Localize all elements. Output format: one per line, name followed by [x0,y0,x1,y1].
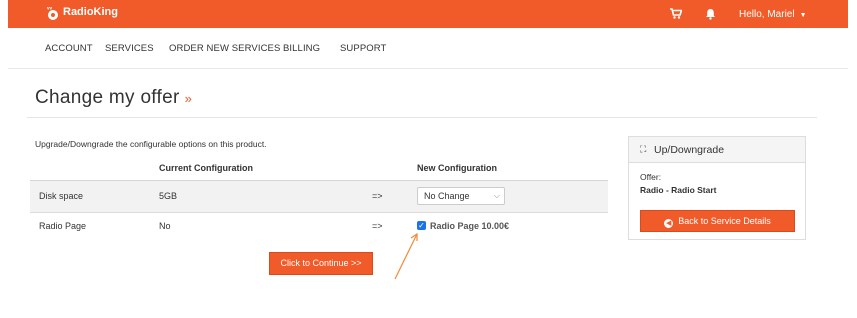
caret-down-icon: ▼ [799,12,807,19]
radio-page-checkbox-label[interactable]: Radio Page 10.00€ [430,221,509,231]
disk-space-select[interactable]: No Change ⌵ [417,187,505,205]
table-row-divider [30,212,608,213]
current-value-disk-space: 5GB [159,191,178,201]
bell-icon[interactable] [705,8,716,20]
user-greeting: Hello, Mariel [739,9,795,20]
page-title-text: Change my offer [35,87,180,108]
option-name-disk-space: Disk space [39,191,84,201]
user-menu[interactable]: Hello, Mariel ▼ [739,9,807,20]
table-row-disk-space [30,181,608,212]
back-button-label: Back to Service Details [678,216,771,226]
arrow-circle-left-icon: ◀ [664,219,674,228]
title-divider [27,117,817,118]
offer-label: Offer: [640,172,662,182]
continue-button[interactable]: Click to Continue >> [269,252,373,275]
brand-name: RadioKing [63,6,118,18]
offer-value: Radio - Radio Start [640,185,717,195]
header-current-configuration: Current Configuration [159,163,253,173]
nav-services[interactable]: SERVICES [105,43,154,54]
back-to-service-details-button[interactable]: ◀ Back to Service Details [640,210,795,232]
intro-text: Upgrade/Downgrade the configurable optio… [35,139,267,149]
upgrade-panel: ⛶ Up/Downgrade Offer: Radio - Radio Star… [628,136,806,240]
header-new-configuration: New Configuration [417,163,497,173]
shopping-cart-icon[interactable] [670,8,682,19]
nav-account[interactable]: ACCOUNT [45,43,93,54]
title-raquo: » [184,91,193,106]
nav-order-new-services[interactable]: ORDER NEW SERVICES [169,43,280,54]
expand-icon: ⛶ [640,144,647,154]
brand-logo[interactable]: ᵥᵥ RadioKing [46,4,118,20]
arrow-radio-page: => [372,221,383,231]
page-title: Change my offer » [35,87,192,109]
panel-title: Up/Downgrade [654,144,725,156]
arrow-disk-space: => [372,191,383,201]
main-nav: ACCOUNT SERVICES ORDER NEW SERVICES BILL… [8,28,848,69]
radioking-logo-icon: ᵥᵥ [46,4,60,20]
panel-header: ⛶ Up/Downgrade [629,137,805,163]
annotation-arrow-icon [394,232,418,280]
chevron-down-icon: ⌵ [493,191,500,200]
nav-billing[interactable]: BILLING [283,43,320,54]
top-bar: ᵥᵥ RadioKing Hello, Mariel ▼ [8,0,848,28]
checkmark-icon: ✓ [418,221,425,230]
radio-page-checkbox[interactable]: ✓ [417,221,426,230]
disk-space-selected-value: No Change [424,191,470,201]
nav-support[interactable]: SUPPORT [340,43,386,54]
option-name-radio-page: Radio Page [39,221,87,231]
current-value-radio-page: No [159,221,171,231]
